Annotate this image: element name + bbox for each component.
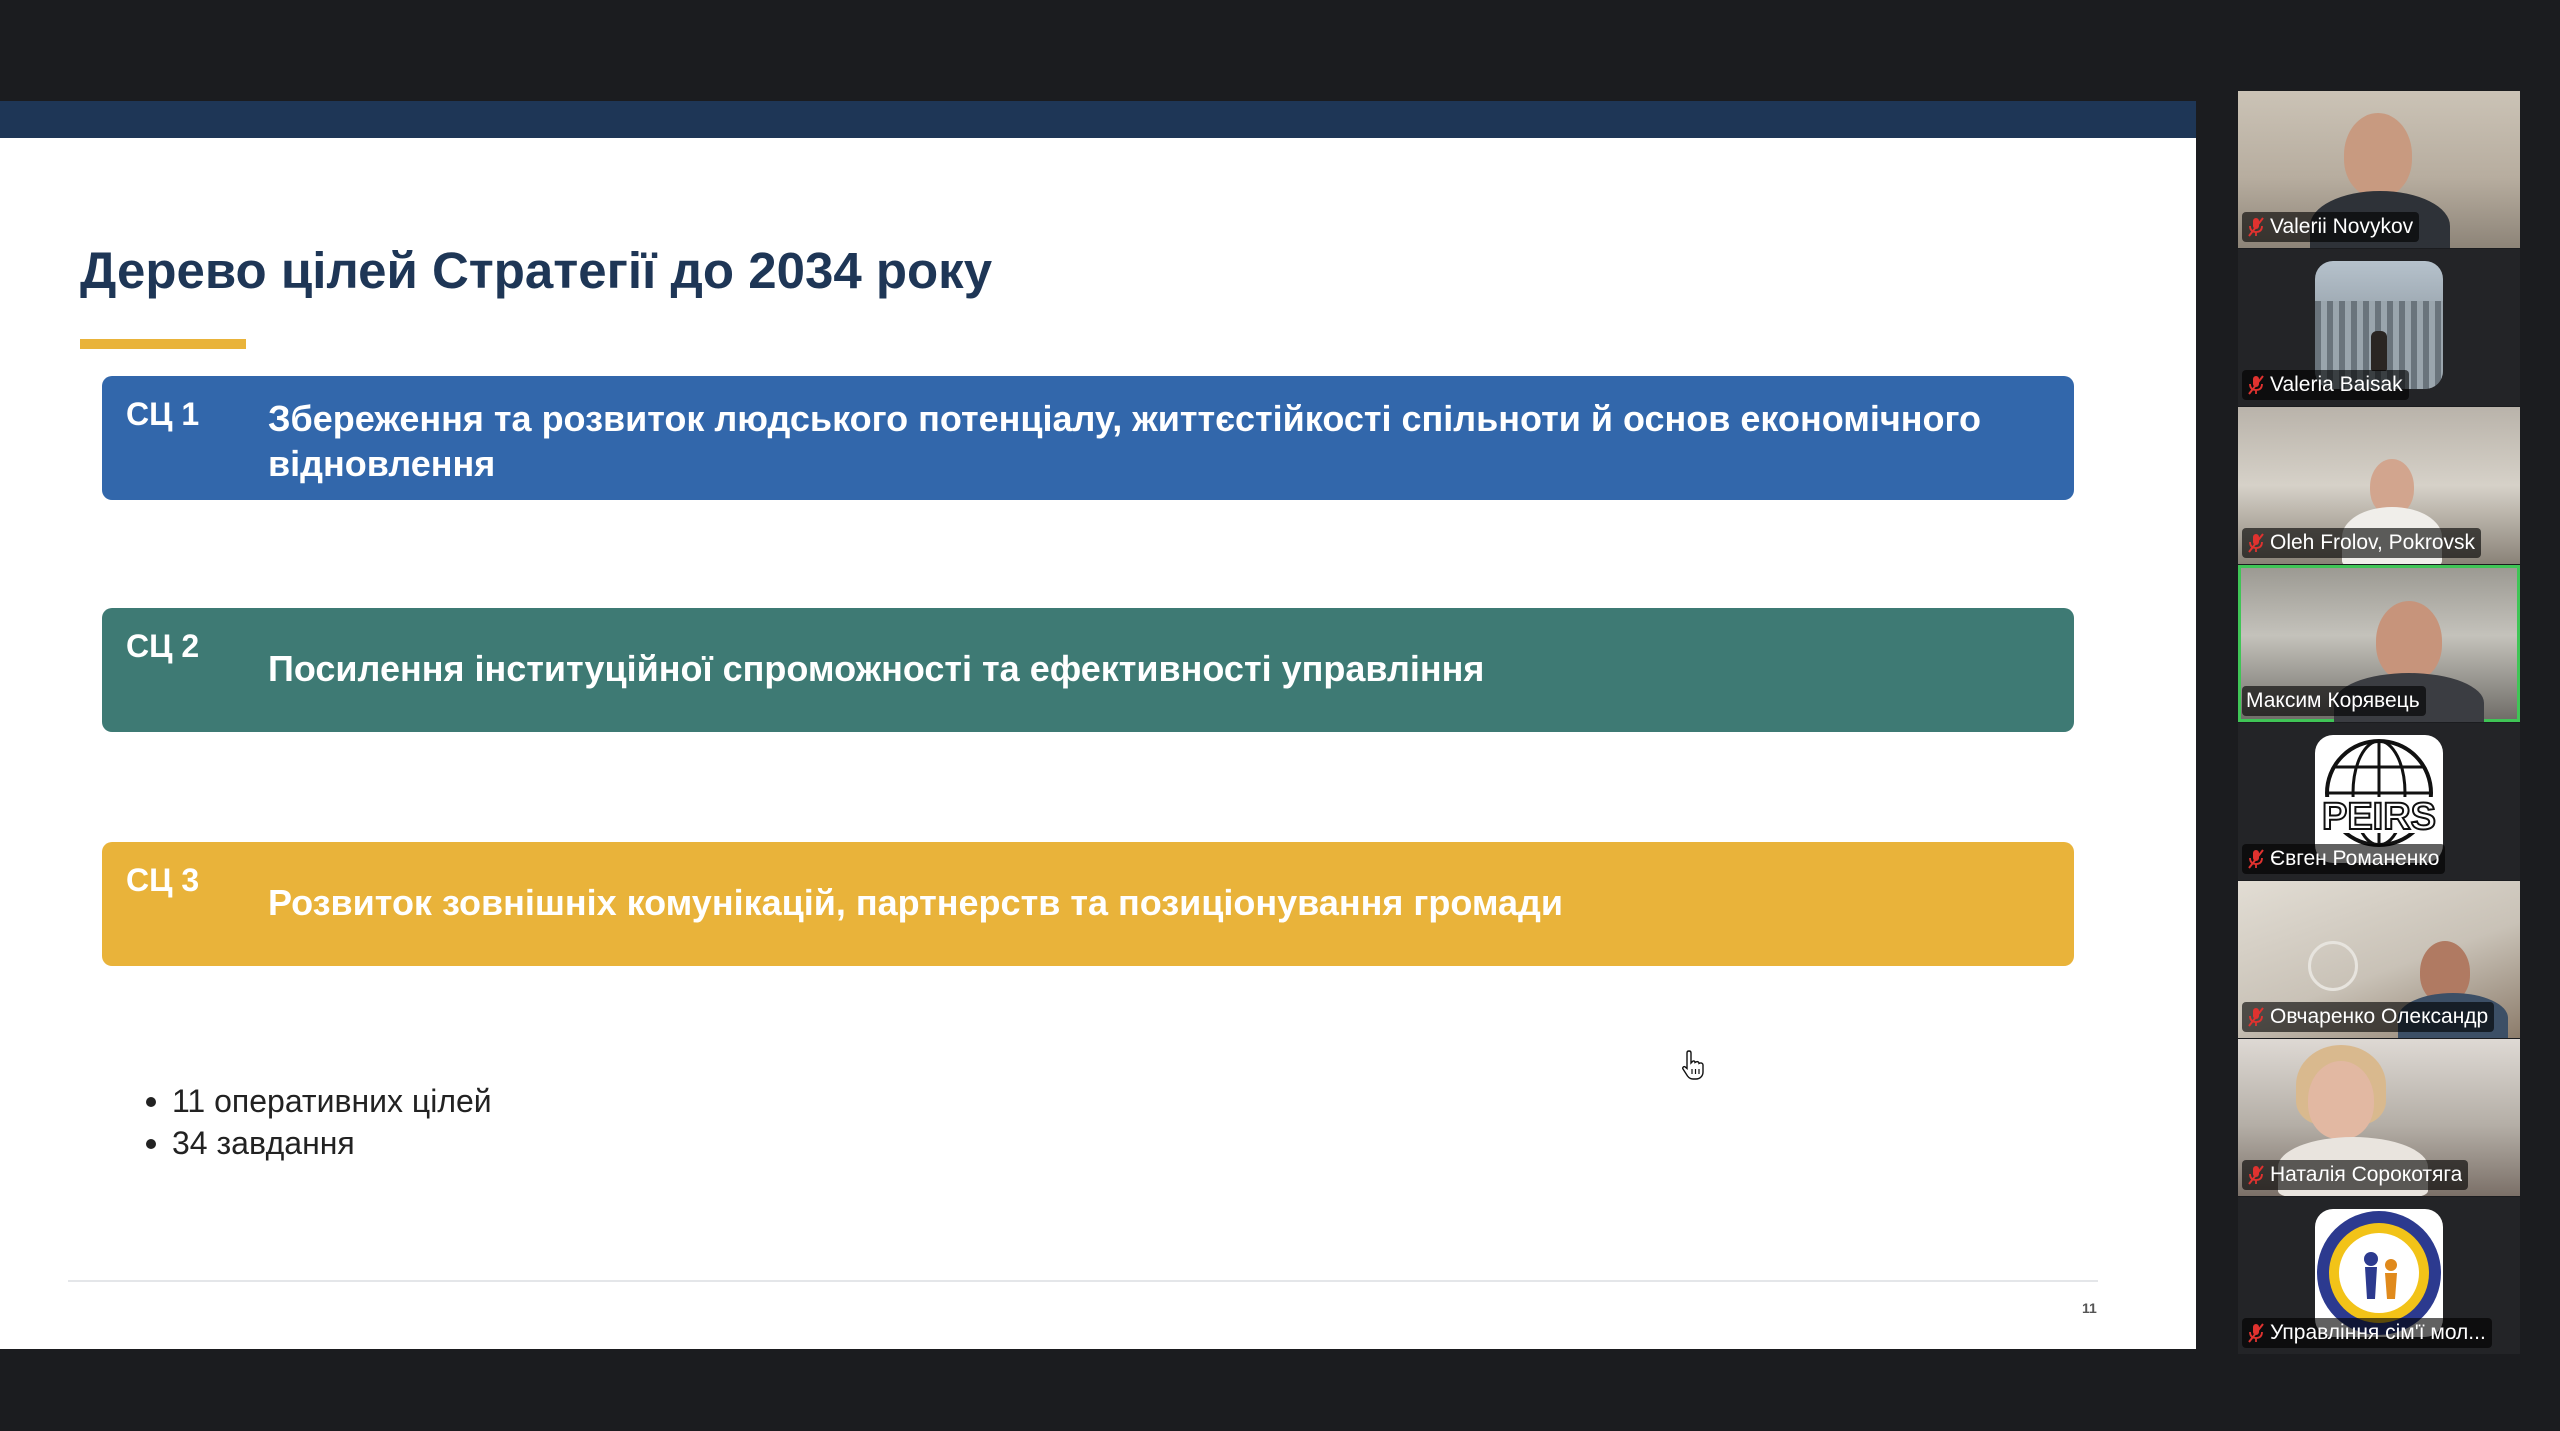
mic-muted-icon (2248, 1007, 2264, 1027)
participant-name-tag: Максим Корявець (2242, 686, 2426, 716)
goal-text: Посилення інституційної спроможності та … (268, 648, 1485, 689)
participant-name: Valerii Novykov (2270, 215, 2414, 238)
participant-name-tag: Управління сім'ї мол... (2242, 1318, 2492, 1348)
participant-tile[interactable]: PEIRS Євген Романенко (2238, 723, 2520, 880)
participant-name-tag: Valeria Baisak (2242, 370, 2409, 400)
participant-video-face (2376, 601, 2442, 681)
mic-muted-icon (2248, 1323, 2264, 1343)
participant-name: Наталія Сорокотяга (2270, 1163, 2463, 1186)
participant-tile[interactable]: Управління сім'ї мол... (2238, 1197, 2520, 1354)
participant-tile[interactable]: Oleh Frolov, Pokrovsk (2238, 407, 2520, 564)
participant-name: Євген Романенко (2270, 847, 2440, 870)
goal-card-1: СЦ 1 Збереження та розвиток людського по… (102, 376, 2074, 500)
shared-slide: Дерево цілей Стратегії до 2034 року СЦ 1… (0, 101, 2196, 1349)
participant-name: Управління сім'ї мол... (2270, 1321, 2486, 1344)
hand-cursor-icon (1682, 1050, 1704, 1080)
participant-tile[interactable]: Valerii Novykov (2238, 91, 2520, 248)
goal-text: Розвиток зовнішніх комунікацій, партнерс… (268, 882, 1563, 923)
bullet-item: 34 завдання (142, 1122, 492, 1164)
mic-muted-icon (2248, 375, 2264, 395)
participant-tile[interactable]: Valeria Baisak (2238, 249, 2520, 406)
slide-page-number: 11 (2082, 1300, 2097, 1316)
goal-code: СЦ 3 (126, 862, 200, 898)
participant-tile-active-speaker[interactable]: Максим Корявець (2238, 565, 2520, 722)
participant-gallery[interactable]: Valerii Novykov Valeria Baisak Oleh Frol… (2238, 91, 2520, 1354)
goal-code: СЦ 1 (126, 396, 200, 432)
participant-tile[interactable]: Овчаренко Олександр (2238, 881, 2520, 1038)
bullet-item: 11 оперативних цілей (142, 1080, 492, 1122)
participant-name: Максим Корявець (2246, 689, 2420, 712)
participant-name: Oleh Frolov, Pokrovsk (2270, 531, 2476, 554)
mic-muted-icon (2248, 849, 2264, 869)
participant-name-tag: Наталія Сорокотяга (2242, 1160, 2469, 1190)
participant-name: Valeria Baisak (2270, 373, 2403, 396)
goal-card-2: СЦ 2 Посилення інституційної спроможност… (102, 608, 2074, 732)
participant-video-face (2344, 113, 2412, 197)
participant-name-tag: Овчаренко Олександр (2242, 1002, 2495, 1032)
svg-text:PEIRS: PEIRS (2322, 796, 2436, 838)
mic-muted-icon (2248, 1165, 2264, 1185)
slide-footer-divider (68, 1280, 2098, 1282)
slide-top-bar (0, 101, 2196, 138)
slide-title: Дерево цілей Стратегії до 2034 року (80, 242, 993, 299)
person-figure (2371, 331, 2387, 371)
mic-muted-icon (2248, 217, 2264, 237)
participant-tile[interactable]: Наталія Сорокотяга (2238, 1039, 2520, 1196)
mic-muted-icon (2248, 533, 2264, 553)
participant-video-face (2308, 1061, 2374, 1139)
summary-bullet-list: 11 оперативних цілей 34 завдання (142, 1080, 492, 1164)
wall-clock (2308, 941, 2358, 991)
title-underline (80, 339, 246, 349)
participant-name-tag: Oleh Frolov, Pokrovsk (2242, 528, 2482, 558)
goal-code: СЦ 2 (126, 628, 200, 664)
goal-card-3: СЦ 3 Розвиток зовнішніх комунікацій, пар… (102, 842, 2074, 966)
participant-name: Овчаренко Олександр (2270, 1005, 2489, 1028)
participant-name-tag: Valerii Novykov (2242, 212, 2420, 242)
goal-text: Збереження та розвиток людського потенці… (268, 398, 1982, 484)
participant-name-tag: Євген Романенко (2242, 844, 2446, 874)
